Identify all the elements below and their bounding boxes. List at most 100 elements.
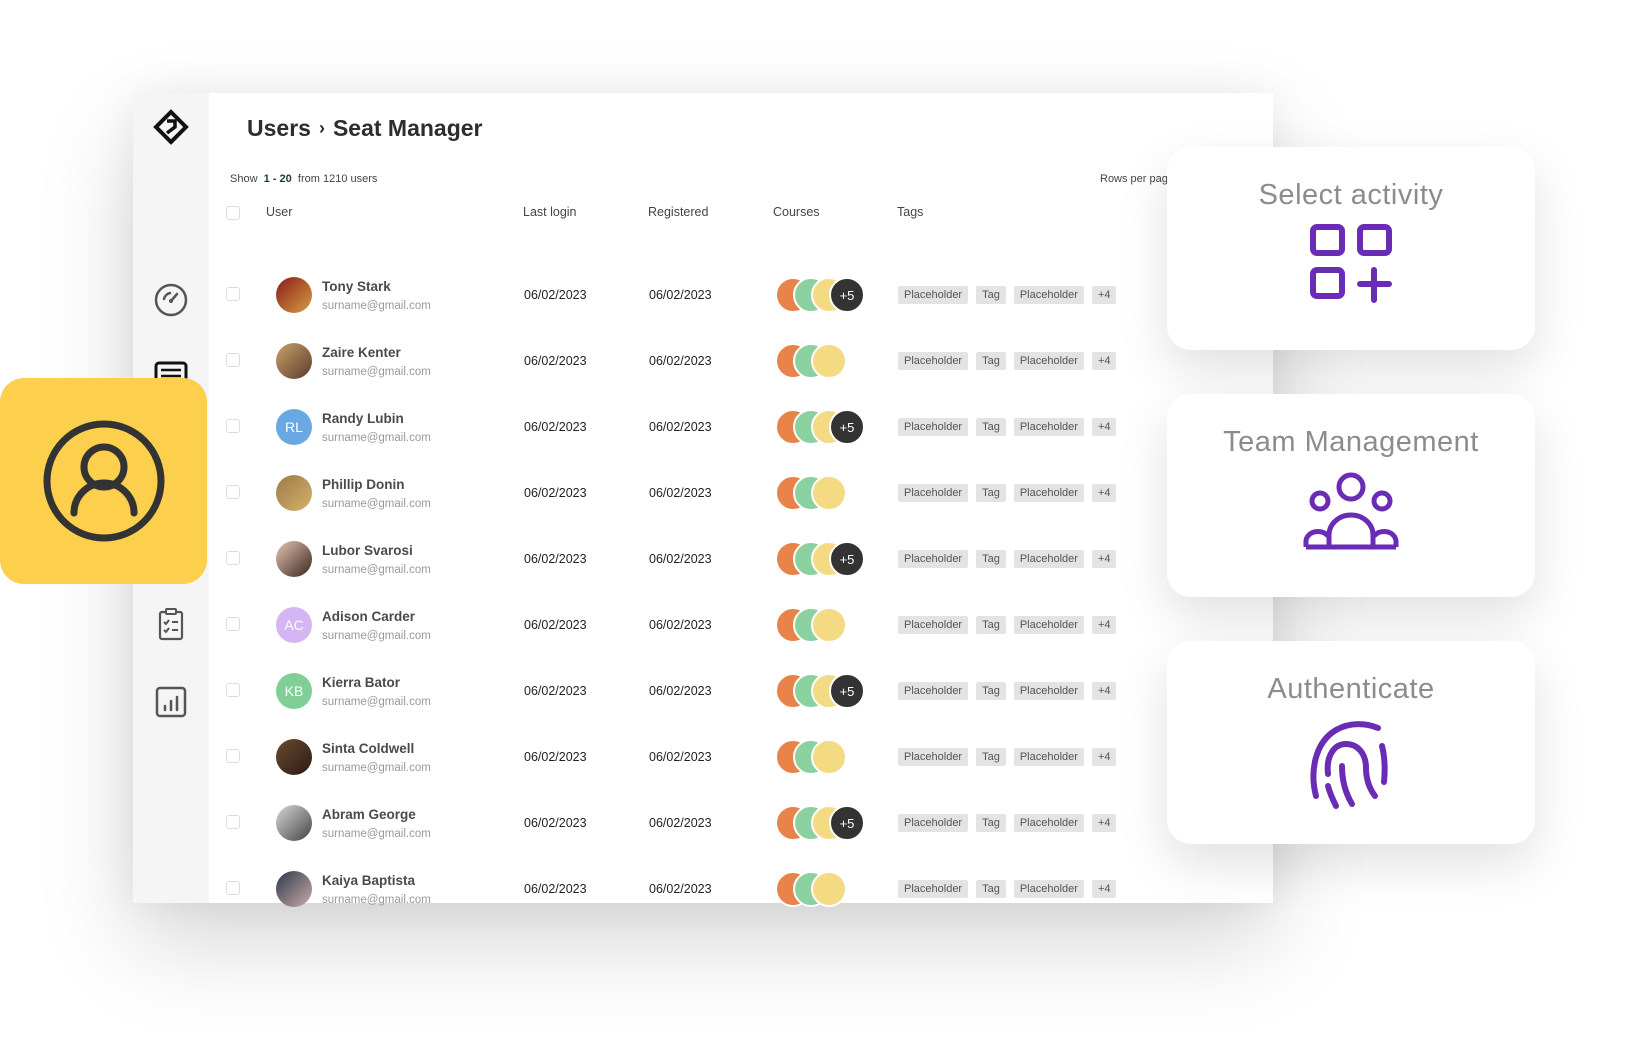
tag-chip[interactable]: Tag (976, 418, 1006, 436)
tag-chip[interactable]: Tag (976, 484, 1006, 502)
tag-chip[interactable]: Placeholder (1013, 748, 1084, 766)
tag-chip[interactable]: Placeholder (898, 748, 969, 766)
tag-chip[interactable]: Placeholder (1013, 616, 1084, 634)
table-row[interactable]: Zaire Kenter surname@gmail.com 06/02/202… (133, 328, 1273, 394)
more-courses-badge[interactable]: +5 (829, 673, 865, 709)
table-row[interactable]: Sinta Coldwell surname@gmail.com 06/02/2… (133, 724, 1273, 790)
table-row[interactable]: KB Kierra Bator surname@gmail.com 06/02/… (133, 658, 1273, 724)
tag-chip[interactable]: Placeholder (898, 352, 969, 370)
tag-chip[interactable]: +4 (1091, 616, 1117, 634)
table-row[interactable]: Kaiya Baptista surname@gmail.com 06/02/2… (133, 856, 1273, 922)
tag-chip[interactable]: Placeholder (1013, 286, 1084, 304)
row-checkbox[interactable] (226, 551, 240, 565)
tag-chip[interactable]: Placeholder (898, 682, 969, 700)
tag-chip[interactable]: Placeholder (898, 484, 969, 502)
more-courses-badge[interactable]: +5 (829, 277, 865, 313)
card-authenticate[interactable]: Authenticate (1167, 641, 1535, 844)
breadcrumb-users[interactable]: Users (247, 115, 311, 142)
last-login: 06/02/2023 (524, 618, 587, 632)
table-row[interactable]: AC Adison Carder surname@gmail.com 06/02… (133, 592, 1273, 658)
card-select-activity[interactable]: Select activity (1167, 147, 1535, 350)
courses-stack (775, 739, 875, 775)
tag-chip[interactable]: Placeholder (898, 814, 969, 832)
card-team-management[interactable]: Team Management (1167, 394, 1535, 597)
user-name[interactable]: Phillip Donin (322, 477, 405, 492)
user-name[interactable]: Lubor Svarosi (322, 543, 413, 558)
tag-chip[interactable]: Tag (976, 352, 1006, 370)
logo-icon[interactable] (153, 109, 189, 145)
tag-chip[interactable]: Tag (976, 880, 1006, 898)
avatar (276, 739, 312, 775)
user-name[interactable]: Tony Stark (322, 279, 391, 294)
tag-chip[interactable]: +4 (1091, 352, 1117, 370)
tag-chip[interactable]: +4 (1091, 748, 1117, 766)
tag-chip[interactable]: Placeholder (1013, 880, 1084, 898)
tag-chip[interactable]: Tag (976, 550, 1006, 568)
row-checkbox[interactable] (226, 617, 240, 631)
team-icon (1303, 472, 1399, 550)
tag-chip[interactable]: Placeholder (1013, 550, 1084, 568)
col-user[interactable]: User (266, 205, 292, 219)
user-name[interactable]: Sinta Coldwell (322, 741, 414, 756)
tag-chip[interactable]: Tag (976, 616, 1006, 634)
course-dot[interactable] (811, 475, 847, 511)
tag-chip[interactable]: +4 (1091, 682, 1117, 700)
users-highlight-tile[interactable] (0, 378, 207, 584)
last-login: 06/02/2023 (524, 420, 587, 434)
tag-chip[interactable]: Placeholder (898, 286, 969, 304)
more-courses-badge[interactable]: +5 (829, 541, 865, 577)
col-registered[interactable]: Registered (648, 205, 708, 219)
last-login: 06/02/2023 (524, 552, 587, 566)
tag-chip[interactable]: Placeholder (1013, 418, 1084, 436)
row-checkbox[interactable] (226, 287, 240, 301)
tag-chip[interactable]: Tag (976, 748, 1006, 766)
tag-chip[interactable]: Tag (976, 286, 1006, 304)
row-checkbox[interactable] (226, 419, 240, 433)
tag-chip[interactable]: +4 (1091, 880, 1117, 898)
table-row[interactable]: Tony Stark surname@gmail.com 06/02/2023 … (133, 262, 1273, 328)
course-dot[interactable] (811, 739, 847, 775)
row-checkbox[interactable] (226, 353, 240, 367)
user-name[interactable]: Kierra Bator (322, 675, 400, 690)
avatar-initials: RL (285, 419, 303, 435)
tag-chip[interactable]: Placeholder (898, 880, 969, 898)
user-name[interactable]: Randy Lubin (322, 411, 404, 426)
table-row[interactable]: Abram George surname@gmail.com 06/02/202… (133, 790, 1273, 856)
course-dot[interactable] (811, 343, 847, 379)
rows-per-page[interactable]: Rows per page (1100, 173, 1174, 185)
course-dot[interactable] (811, 607, 847, 643)
tag-chip[interactable]: Placeholder (1013, 682, 1084, 700)
tag-chip[interactable]: Tag (976, 814, 1006, 832)
tag-chip[interactable]: +4 (1091, 550, 1117, 568)
tag-chip[interactable]: Placeholder (898, 418, 969, 436)
table-row[interactable]: RL Randy Lubin surname@gmail.com 06/02/2… (133, 394, 1273, 460)
more-courses-badge[interactable]: +5 (829, 805, 865, 841)
row-checkbox[interactable] (226, 815, 240, 829)
tag-chip[interactable]: +4 (1091, 484, 1117, 502)
row-checkbox[interactable] (226, 881, 240, 895)
tag-chip[interactable]: +4 (1091, 814, 1117, 832)
table-row[interactable]: Phillip Donin surname@gmail.com 06/02/20… (133, 460, 1273, 526)
tag-chip[interactable]: Placeholder (898, 550, 969, 568)
tag-chip[interactable]: +4 (1091, 418, 1117, 436)
tag-chip[interactable]: Placeholder (1013, 352, 1084, 370)
tag-chip[interactable]: +4 (1091, 286, 1117, 304)
select-all-checkbox[interactable] (226, 206, 240, 220)
table-row[interactable]: Lubor Svarosi surname@gmail.com 06/02/20… (133, 526, 1273, 592)
col-last-login[interactable]: Last login (523, 205, 577, 219)
row-checkbox[interactable] (226, 683, 240, 697)
user-name[interactable]: Zaire Kenter (322, 345, 401, 360)
user-name[interactable]: Adison Carder (322, 609, 415, 624)
tag-chip[interactable]: Placeholder (1013, 814, 1084, 832)
user-name[interactable]: Kaiya Baptista (322, 873, 415, 888)
tag-chip[interactable]: Placeholder (898, 616, 969, 634)
row-checkbox[interactable] (226, 485, 240, 499)
course-dot[interactable] (811, 871, 847, 907)
more-courses-badge[interactable]: +5 (829, 409, 865, 445)
tag-chip[interactable]: Placeholder (1013, 484, 1084, 502)
row-checkbox[interactable] (226, 749, 240, 763)
user-name[interactable]: Abram George (322, 807, 416, 822)
col-courses[interactable]: Courses (773, 205, 820, 219)
last-login: 06/02/2023 (524, 486, 587, 500)
tag-chip[interactable]: Tag (976, 682, 1006, 700)
